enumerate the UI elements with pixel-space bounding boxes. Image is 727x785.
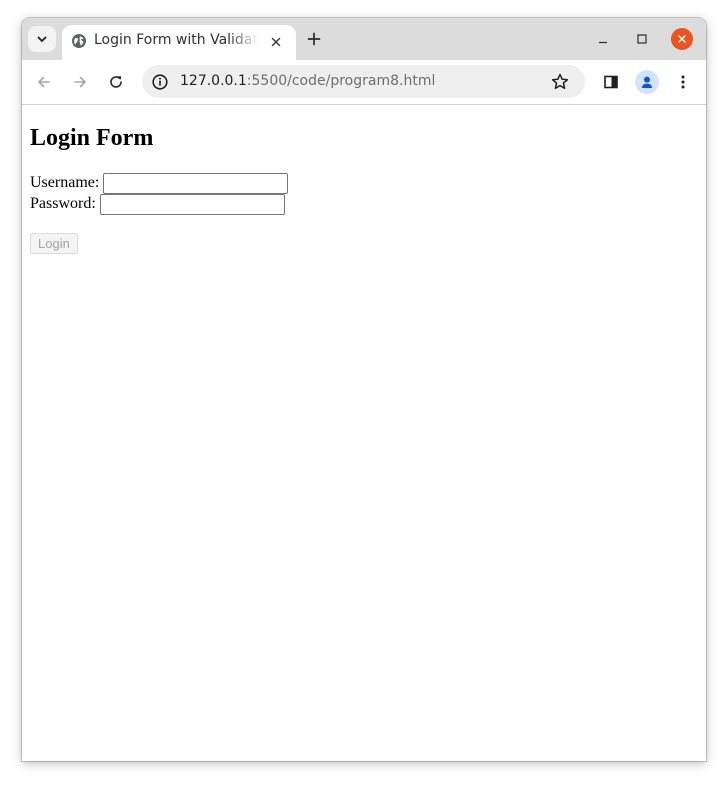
tab-title: Login Form with Validation: [94, 32, 258, 48]
tab-active[interactable]: Login Form with Validation: [62, 25, 296, 60]
window-close-icon: [678, 35, 686, 43]
side-panel-button[interactable]: [599, 70, 623, 94]
profile-button[interactable]: [635, 70, 659, 94]
maximize-button[interactable]: [631, 28, 653, 50]
password-row: Password:: [30, 193, 285, 215]
window-close-button[interactable]: [671, 28, 693, 50]
minimize-icon: [599, 41, 607, 44]
username-label: Username:: [30, 174, 100, 191]
back-button[interactable]: [32, 70, 56, 94]
globe-icon: [72, 34, 86, 48]
arrow-right-icon: [74, 76, 86, 88]
minimize-button[interactable]: [592, 28, 614, 50]
side-panel-icon: [604, 75, 618, 89]
profile-avatar-icon: [641, 76, 653, 88]
username-input[interactable]: [103, 172, 289, 194]
forward-button[interactable]: [68, 70, 92, 94]
arrow-left-icon: [38, 76, 50, 88]
password-input[interactable]: [99, 193, 285, 215]
reload-button[interactable]: [104, 70, 128, 94]
page-content: Login Form Username: Password: Login: [22, 106, 706, 761]
new-tab-button[interactable]: [304, 29, 324, 49]
kebab-menu-icon: [681, 75, 685, 89]
tab-strip: Login Form with Validation: [22, 18, 706, 60]
login-button[interactable]: Login: [30, 233, 78, 254]
url-text[interactable]: 127.0.0.1:5500/code/program8.html: [180, 73, 435, 89]
close-icon: [271, 37, 281, 47]
password-label: Password:: [30, 195, 96, 212]
reload-icon: [110, 76, 122, 88]
plus-icon: [307, 32, 321, 46]
username-row: Username:: [30, 172, 289, 194]
url-host: 127.0.0.1: [180, 73, 247, 89]
chevron-down-icon: [37, 36, 47, 42]
browser-menu-button[interactable]: [671, 70, 695, 94]
tab-close-button[interactable]: [268, 34, 284, 50]
address-bar[interactable]: 127.0.0.1:5500/code/program8.html: [142, 65, 585, 98]
url-path: :5500/code/program8.html: [246, 73, 436, 89]
browser-toolbar: 127.0.0.1:5500/code/program8.html: [22, 60, 706, 105]
star-icon[interactable]: [550, 72, 570, 92]
page-title: Login Form: [30, 125, 154, 151]
maximize-icon: [637, 34, 647, 44]
browser-window: Login Form with Validation: [22, 18, 706, 761]
tab-search-button[interactable]: [28, 26, 56, 52]
info-icon[interactable]: [151, 73, 169, 91]
